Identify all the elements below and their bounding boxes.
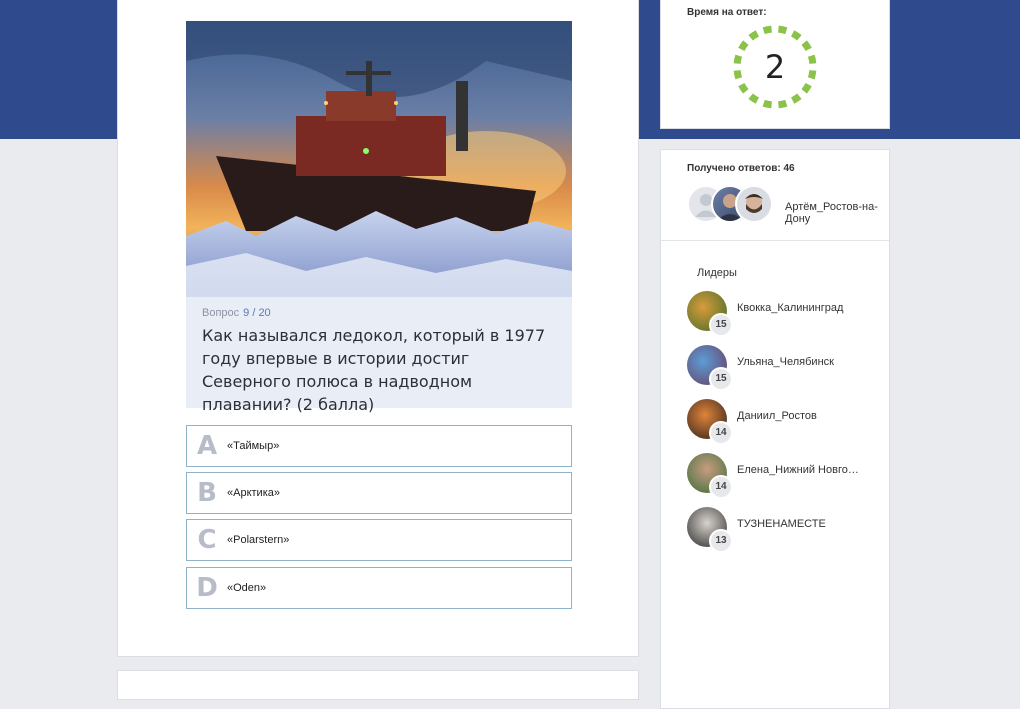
- option-text: «Oden»: [227, 582, 267, 594]
- leader-name: Даниил_Ростов: [737, 410, 817, 422]
- next-card: [117, 670, 639, 700]
- question-counter-value: 9 / 20: [243, 307, 271, 319]
- leader-item: 14 Даниил_Ростов: [687, 399, 887, 445]
- option-text: «Таймыр»: [227, 440, 280, 452]
- answers-card: Получено ответов: 46 Артём_Ростов-на-Дон…: [660, 149, 890, 709]
- leader-name: TУЗНЕНАМЕСТЕ: [737, 518, 826, 530]
- question-image: [186, 21, 572, 297]
- leader-score: 14: [709, 475, 733, 499]
- divider: [661, 240, 889, 241]
- answers-count-label: Получено ответов: 46: [687, 163, 795, 174]
- timer-label: Время на ответ:: [687, 7, 767, 18]
- question-box: Вопрос 9 / 20 Как назывался ледокол, кото…: [186, 297, 572, 414]
- leader-score: 15: [709, 313, 733, 337]
- latest-user-name: Артём_Ростов-на-Дону: [785, 201, 878, 225]
- avatar: [735, 185, 773, 223]
- question-card: Вопрос 9 / 20 Как назывался ледокол, кото…: [117, 0, 639, 657]
- option-a-button[interactable]: A «Таймыр»: [186, 425, 572, 467]
- timer-value: 2: [764, 48, 786, 86]
- leader-item: 13 TУЗНЕНАМЕСТЕ: [687, 507, 887, 553]
- leader-name: Квокка_Калининград: [737, 302, 844, 314]
- question-counter-label: Вопрос: [202, 307, 240, 319]
- timer-card: Время на ответ: 2: [660, 0, 890, 129]
- leader-name: Елена_Нижний Новго…: [737, 464, 859, 476]
- option-c-button[interactable]: C «Polarstern»: [186, 519, 572, 561]
- option-letter: D: [196, 573, 218, 603]
- leader-item: 15 Ульяна_Челябинск: [687, 345, 887, 391]
- option-letter: B: [197, 478, 217, 508]
- leader-score: 15: [709, 367, 733, 391]
- option-letter: A: [196, 431, 218, 461]
- option-b-button[interactable]: B «Арктика»: [186, 472, 572, 514]
- leader-score: 14: [709, 421, 733, 445]
- user-photo-icon: [745, 194, 763, 213]
- leader-score: 13: [709, 529, 733, 553]
- option-text: «Polarstern»: [227, 534, 290, 546]
- leaders-label: Лидеры: [697, 267, 737, 279]
- option-letter: C: [197, 525, 217, 555]
- leader-name: Ульяна_Челябинск: [737, 356, 834, 368]
- leader-item: 15 Квокка_Калининград: [687, 291, 887, 337]
- question-counter: Вопрос 9 / 20: [202, 307, 556, 319]
- leader-item: 14 Елена_Нижний Новго…: [687, 453, 887, 499]
- recent-avatars: [687, 185, 777, 225]
- option-text: «Арктика»: [227, 487, 280, 499]
- question-text: Как назывался ледокол, который в 1977 го…: [202, 326, 546, 414]
- option-d-button[interactable]: D «Oden»: [186, 567, 572, 609]
